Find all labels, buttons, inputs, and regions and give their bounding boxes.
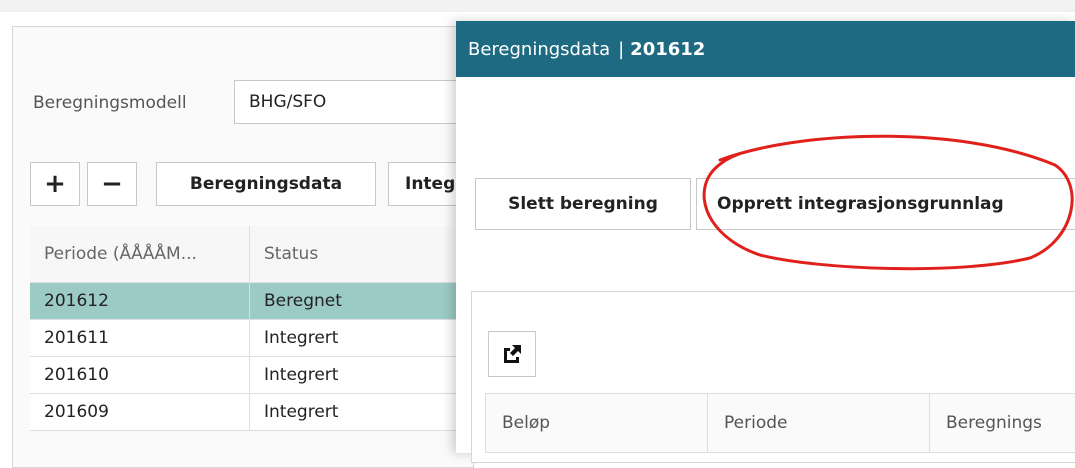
result-grid-header: Beløp Periode Beregnings — [485, 393, 1075, 453]
table-row[interactable]: 201610 Integrert — [30, 357, 470, 394]
column-header-status[interactable]: Status — [250, 226, 470, 282]
export-icon — [504, 345, 521, 363]
period-cell: 201610 — [30, 357, 250, 393]
status-cell: Integrert — [264, 328, 339, 348]
table-row[interactable]: 201611 Integrert — [30, 320, 470, 357]
plus-icon: + — [44, 169, 66, 199]
title-separator: | — [618, 38, 625, 60]
delete-calculation-button[interactable]: Slett beregning — [475, 178, 691, 230]
add-button[interactable]: + — [30, 162, 80, 206]
model-label: Beregningsmodell — [33, 93, 187, 113]
column-header-period[interactable]: Periode — [708, 394, 930, 452]
export-button[interactable] — [488, 331, 536, 377]
status-cell: Beregnet — [264, 291, 342, 311]
column-header-calculation[interactable]: Beregnings — [930, 394, 1075, 452]
model-select[interactable]: BHG/SFO — [234, 80, 474, 124]
status-cell: Integrert — [264, 402, 339, 422]
period-grid: Periode (ÅÅÅÅM... Status 201612 Beregnet… — [30, 226, 470, 431]
minus-icon: − — [101, 169, 123, 199]
table-row[interactable]: 201609 Integrert — [30, 394, 470, 431]
create-integration-basis-button[interactable]: Opprett integrasjonsgrunnlag — [696, 178, 1075, 230]
dialog-title-bar[interactable]: Beregningsdata | 201612 — [456, 21, 1075, 77]
dialog-title: Beregningsdata — [468, 38, 611, 60]
table-row[interactable]: 201612 Beregnet — [30, 283, 470, 320]
calculation-data-dialog: Beregningsdata | 201612 Slett beregning … — [456, 21, 1075, 463]
column-header-amount[interactable]: Beløp — [486, 394, 708, 452]
remove-button[interactable]: − — [87, 162, 137, 206]
period-cell: 201611 — [30, 320, 250, 356]
dialog-title-period: 201612 — [630, 38, 706, 60]
calculation-data-button[interactable]: Beregningsdata — [156, 162, 376, 206]
grid-header-row: Periode (ÅÅÅÅM... Status — [30, 226, 470, 283]
top-strip — [0, 0, 1075, 12]
status-cell: Integrert — [264, 365, 339, 385]
period-cell: 201612 — [30, 283, 250, 319]
period-cell: 201609 — [30, 394, 250, 430]
column-header-period[interactable]: Periode (ÅÅÅÅM... — [30, 226, 250, 282]
